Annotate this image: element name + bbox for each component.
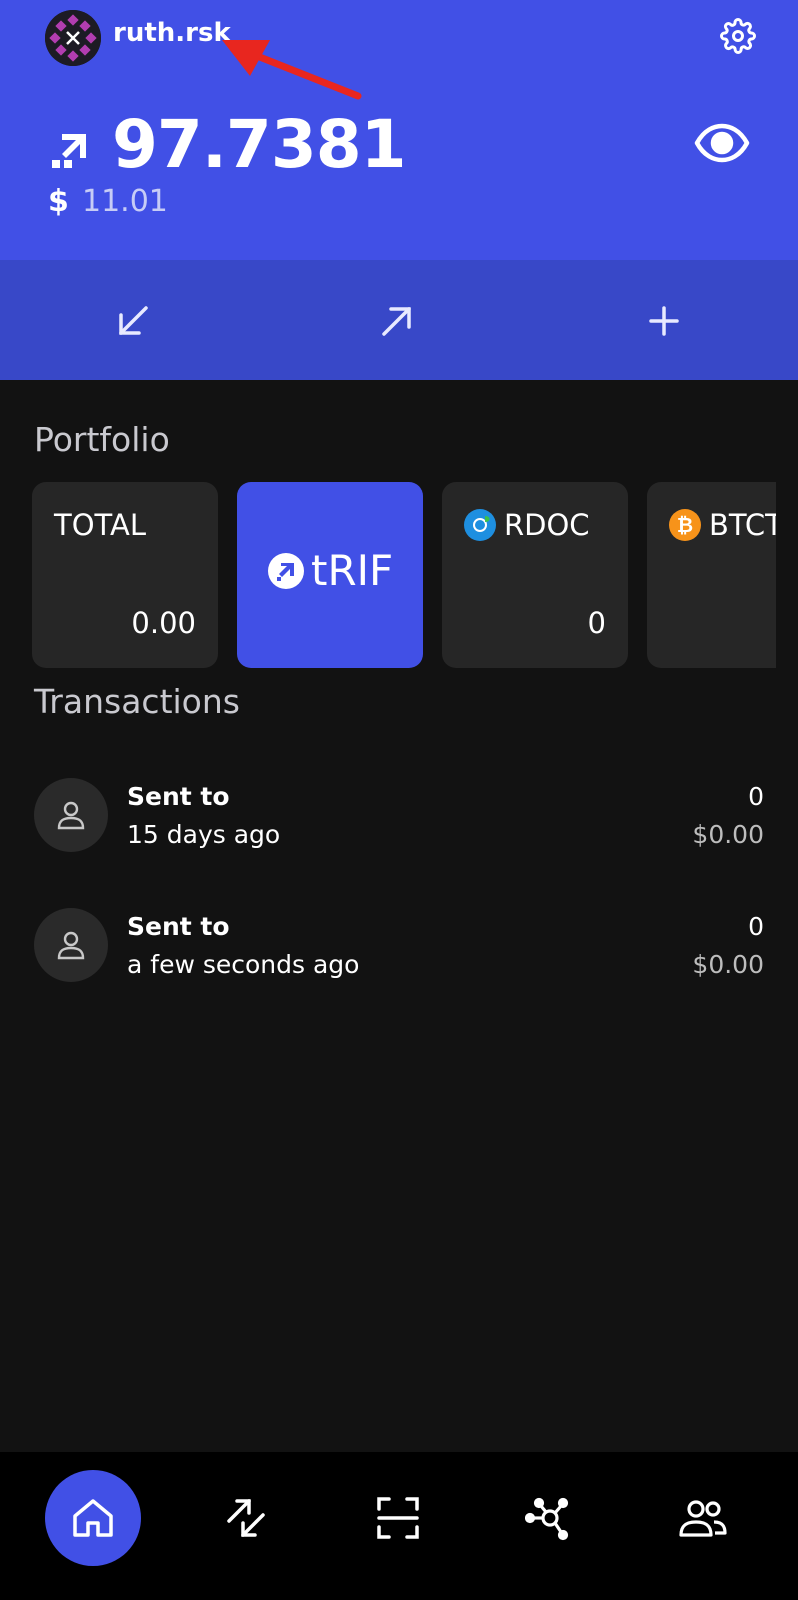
card-label: TOTAL: [54, 508, 146, 542]
eye-icon[interactable]: [694, 122, 750, 164]
transaction-fiat: $0.00: [692, 820, 764, 849]
portfolio-card-btct[interactable]: ₿ BTCT: [647, 482, 776, 668]
transaction-title: Sent to: [127, 782, 230, 811]
portfolio-card-total[interactable]: TOTAL 0.00: [32, 482, 218, 668]
annotation-arrow-icon: [222, 40, 362, 100]
avatar-pattern-icon: [45, 10, 101, 66]
username[interactable]: ruth.rsk: [113, 18, 231, 48]
trif-label-group: tRIF: [267, 546, 393, 595]
portfolio-card-rdoc[interactable]: RDOC 0: [442, 482, 628, 668]
plus-icon: [649, 306, 679, 336]
send-button[interactable]: [362, 286, 432, 356]
bitcoin-coin-icon: ₿: [669, 509, 701, 541]
transaction-amount: 0: [748, 912, 764, 941]
transfer-icon: [227, 1499, 265, 1537]
transaction-time: 15 days ago: [127, 820, 281, 849]
home-icon: [73, 1499, 113, 1537]
nav-contacts[interactable]: [655, 1470, 751, 1566]
nav-scan[interactable]: [350, 1470, 446, 1566]
scan-icon: [377, 1497, 419, 1539]
rdoc-coin-icon: [464, 509, 496, 541]
transaction-title: Sent to: [127, 912, 230, 941]
contacts-icon: [679, 1500, 727, 1537]
settings-gear-icon[interactable]: [720, 18, 756, 54]
transaction-time: a few seconds ago: [127, 950, 360, 979]
portfolio-card-trif[interactable]: tRIF: [237, 482, 423, 668]
contact-avatar: [34, 908, 108, 982]
arrow-up-right-icon: [382, 307, 411, 336]
add-button[interactable]: [629, 286, 699, 356]
action-bar: [0, 260, 798, 380]
bottom-navigation: [0, 1452, 798, 1600]
trif-token-icon: [52, 134, 86, 168]
nav-home[interactable]: [45, 1470, 141, 1566]
transaction-amount: 0: [748, 782, 764, 811]
transaction-fiat: $0.00: [692, 950, 764, 979]
receive-button[interactable]: [98, 286, 168, 356]
card-label-group: RDOC: [464, 508, 590, 542]
user-icon: [57, 931, 85, 960]
card-value: 0.00: [131, 606, 196, 640]
transaction-row[interactable]: Sent to a few seconds ago 0 $0.00: [34, 908, 764, 984]
profile-avatar[interactable]: [45, 10, 101, 66]
user-icon: [57, 801, 85, 830]
arrow-down-left-icon: [119, 306, 148, 335]
transactions-title: Transactions: [34, 682, 240, 721]
card-label: RDOC: [504, 508, 590, 542]
card-label: tRIF: [311, 546, 394, 595]
portfolio-title: Portfolio: [34, 420, 170, 459]
wallet-header: ruth.rsk 97.7381 $ 11.01: [0, 0, 798, 260]
token-balance: 97.7381: [112, 106, 407, 183]
fiat-balance: 11.01: [82, 184, 168, 219]
contact-avatar: [34, 778, 108, 852]
fiat-currency-symbol: $: [48, 184, 69, 219]
network-icon: [525, 1497, 569, 1541]
card-value: 0: [587, 606, 606, 640]
trif-coin-icon: [268, 552, 304, 589]
nav-dapps[interactable]: [502, 1470, 598, 1566]
portfolio-carousel[interactable]: TOTAL 0.00 tRIF RDOC 0 ₿ BTCT: [32, 482, 776, 668]
card-label-group: ₿ BTCT: [669, 508, 776, 542]
card-label: BTCT: [709, 508, 776, 542]
transaction-row[interactable]: Sent to 15 days ago 0 $0.00: [34, 778, 764, 854]
nav-activity[interactable]: [198, 1470, 294, 1566]
